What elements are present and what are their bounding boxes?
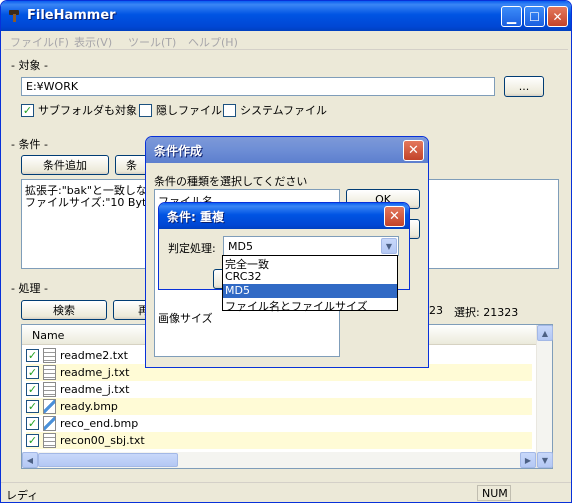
arrow-down-icon: ▼ xyxy=(541,455,549,465)
row-checkbox[interactable]: ✓ xyxy=(26,417,39,430)
target-path-field[interactable]: E:¥WORK xyxy=(21,77,495,96)
condition-item[interactable]: ファイルサイズ:"10 Byte" xyxy=(25,194,158,210)
dialog-title-bar[interactable]: 条件作成 ✕ xyxy=(146,137,428,163)
hidden-files-label: 隠しファイル xyxy=(156,104,222,117)
dialog-title: 条件作成 xyxy=(154,144,203,158)
text-file-icon xyxy=(43,348,56,363)
judge-label: 判定処理: xyxy=(168,242,216,255)
subfolder-checkbox[interactable]: ✓ サブフォルダも対象 xyxy=(21,102,137,118)
text-file-icon xyxy=(43,365,56,380)
file-name: readme2.txt xyxy=(60,349,128,362)
dialog-prompt: 条件の種類を選択してください xyxy=(154,175,308,188)
subfolder-label: サブフォルダも対象 xyxy=(38,104,137,117)
minimize-icon: ▁ xyxy=(506,9,517,24)
dialog-close-button[interactable]: ✕ xyxy=(403,140,424,161)
judge-select[interactable]: MD5 ▼ xyxy=(223,236,399,256)
row-checkbox[interactable]: ✓ xyxy=(26,349,39,362)
dropdown-option[interactable]: ファイル名とファイルサイズ xyxy=(223,298,397,313)
dialog-close-button[interactable]: ✕ xyxy=(384,206,405,227)
condition-type-item[interactable]: 画像サイズ xyxy=(158,310,213,326)
status-bar: レディ NUM xyxy=(1,482,571,502)
checkbox-box xyxy=(139,103,152,117)
arrow-up-icon: ▲ xyxy=(541,328,549,338)
checkbox-box: ✓ xyxy=(21,103,34,117)
close-icon: ✕ xyxy=(408,143,419,158)
judge-dropdown-list[interactable]: 完全一致 CRC32 MD5 ファイル名とファイルサイズ xyxy=(222,255,398,313)
file-name: recon00_sbj.txt xyxy=(60,434,145,447)
maximize-button[interactable]: ☐ xyxy=(524,6,545,27)
vertical-scrollbar[interactable]: ▲ ▼ xyxy=(536,325,553,468)
system-files-checkbox[interactable]: システムファイル xyxy=(223,102,327,118)
horizontal-scrollbar[interactable]: ◀ ▶ xyxy=(22,452,536,468)
menu-bar: ファイル(F) 表示(V) ツール(T) ヘルプ(H) xyxy=(4,31,568,50)
text-file-icon xyxy=(43,433,56,448)
browse-button[interactable]: ... xyxy=(504,76,544,97)
process-section-label: - 処理 - xyxy=(11,282,48,295)
file-name: readme_j.txt xyxy=(60,366,130,379)
chevron-down-icon[interactable]: ▼ xyxy=(381,238,397,254)
search-button[interactable]: 検索 xyxy=(21,300,107,320)
table-row[interactable]: ✓ reco_end.bmp xyxy=(26,415,532,432)
menu-help[interactable]: ヘルプ(H) xyxy=(188,34,238,50)
image-file-icon xyxy=(43,399,56,414)
judge-selected-value: MD5 xyxy=(228,240,253,253)
close-button[interactable]: ✕ xyxy=(547,6,568,27)
row-checkbox[interactable]: ✓ xyxy=(26,400,39,413)
table-row[interactable]: ✓ readme_j.txt xyxy=(26,381,532,398)
row-checkbox[interactable]: ✓ xyxy=(26,366,39,379)
menu-file[interactable]: ファイル(F) xyxy=(10,34,69,50)
dropdown-option[interactable]: 完全一致 xyxy=(223,256,397,271)
scroll-left-button[interactable]: ◀ xyxy=(22,452,38,468)
text-file-icon xyxy=(43,382,56,397)
add-condition-button[interactable]: 条件追加 xyxy=(21,155,109,175)
row-checkbox[interactable]: ✓ xyxy=(26,383,39,396)
dialog-title: 条件: 重複 xyxy=(167,210,224,224)
status-text: レディ xyxy=(6,489,39,502)
close-icon: ✕ xyxy=(552,9,563,24)
scroll-right-button[interactable]: ▶ xyxy=(520,452,536,468)
hammer-icon xyxy=(9,10,19,22)
hidden-files-checkbox[interactable]: 隠しファイル xyxy=(139,102,222,118)
file-name: reco_end.bmp xyxy=(60,417,139,430)
menu-tools[interactable]: ツール(T) xyxy=(128,34,176,50)
scroll-down-button[interactable]: ▼ xyxy=(537,452,553,468)
result-count: 23 xyxy=(429,304,443,317)
file-name: ready.bmp xyxy=(60,400,118,413)
column-name: Name xyxy=(32,329,65,342)
dropdown-option-selected[interactable]: MD5 xyxy=(223,284,397,298)
dropdown-option[interactable]: CRC32 xyxy=(223,270,397,284)
title-bar[interactable]: FileHammer ▁ ☐ ✕ xyxy=(1,1,571,31)
image-file-icon xyxy=(43,416,56,431)
maximize-icon: ☐ xyxy=(529,9,540,24)
table-row[interactable]: ✓ ready.bmp xyxy=(26,398,532,415)
arrow-left-icon: ◀ xyxy=(26,455,34,465)
scroll-thumb[interactable] xyxy=(38,453,178,467)
checkbox-box xyxy=(223,103,236,117)
system-files-label: システムファイル xyxy=(240,104,328,117)
window-title: FileHammer xyxy=(27,8,116,23)
menu-view[interactable]: 表示(V) xyxy=(74,34,112,50)
num-indicator: NUM xyxy=(477,485,511,501)
scroll-up-button[interactable]: ▲ xyxy=(537,325,553,341)
conditions-section-label: - 条件 - xyxy=(11,138,48,151)
arrow-right-icon: ▶ xyxy=(524,455,532,465)
row-checkbox[interactable]: ✓ xyxy=(26,434,39,447)
table-row[interactable]: ✓ recon00_sbj.txt xyxy=(26,432,532,449)
selected-count: 選択: 21323 xyxy=(454,306,519,319)
target-section-label: - 対象 - xyxy=(11,59,48,72)
dialog-title-bar[interactable]: 条件: 重複 ✕ xyxy=(159,203,409,229)
close-icon: ✕ xyxy=(389,209,400,224)
file-name: readme_j.txt xyxy=(60,383,130,396)
minimize-button[interactable]: ▁ xyxy=(501,6,522,27)
